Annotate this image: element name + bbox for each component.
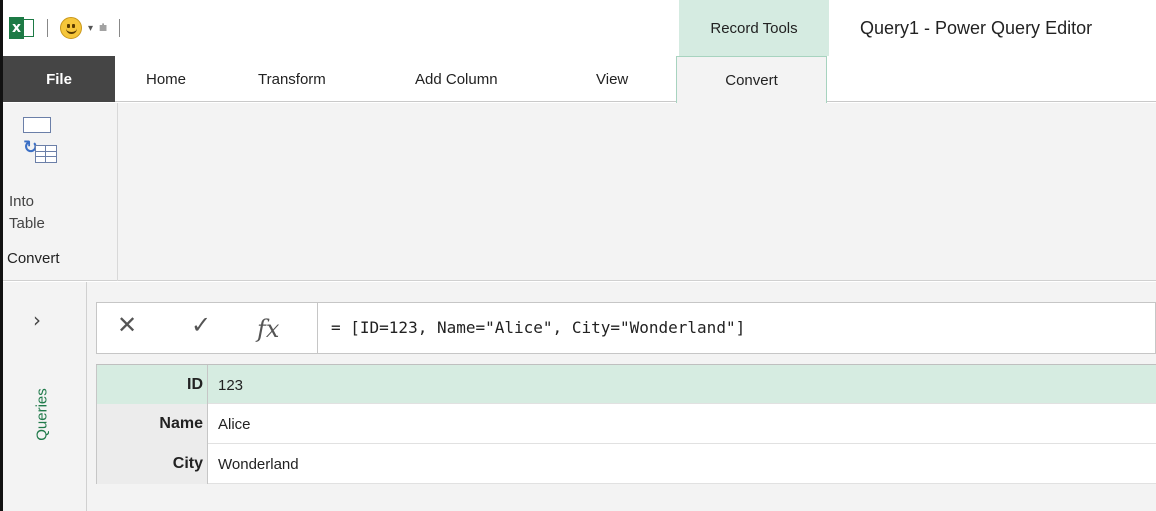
record-field-name: Name bbox=[96, 404, 208, 444]
queries-pane-toggle[interactable]: Queries bbox=[31, 372, 59, 462]
record-field-value[interactable]: Wonderland bbox=[218, 444, 299, 484]
record-field-name: City bbox=[96, 444, 208, 484]
record-tools-contextual-label: Record Tools bbox=[679, 0, 829, 56]
into-table-label-line2: Table bbox=[9, 215, 45, 232]
record-view: ID 123 Name Alice City Wonderland bbox=[96, 364, 1156, 484]
group-label-convert: Convert bbox=[7, 250, 60, 267]
record-field-value[interactable]: 123 bbox=[218, 365, 243, 405]
formula-input[interactable]: = [ID=123, Name="Alice", City="Wonderlan… bbox=[331, 318, 745, 337]
tab-home[interactable]: Home bbox=[146, 56, 186, 102]
tab-view[interactable]: View bbox=[596, 56, 628, 102]
quick-access-toolbar: x ▾ ⩧ bbox=[9, 16, 126, 40]
queries-label: Queries bbox=[33, 388, 51, 441]
cancel-icon[interactable]: ✕ bbox=[117, 313, 137, 337]
record-field-value[interactable]: Alice bbox=[218, 404, 251, 444]
smiley-icon[interactable] bbox=[60, 17, 82, 39]
window-title: Query1 - Power Query Editor bbox=[860, 18, 1093, 38]
into-table-icon: ↻ bbox=[23, 117, 59, 169]
tab-convert[interactable]: Convert bbox=[676, 56, 827, 103]
fx-icon[interactable]: fx bbox=[257, 315, 279, 343]
excel-logo-icon[interactable]: x bbox=[9, 17, 35, 39]
smiley-dropdown-icon[interactable]: ▾ bbox=[88, 23, 93, 34]
queries-pane-collapsed: › Queries bbox=[3, 282, 87, 511]
record-row[interactable]: City Wonderland bbox=[96, 444, 1156, 484]
record-row[interactable]: ID 123 bbox=[96, 364, 1156, 405]
ribbon-panel: ↻ Into Table Convert bbox=[3, 103, 1156, 281]
into-table-label: Into Table bbox=[9, 191, 45, 235]
record-row[interactable]: Name Alice bbox=[96, 404, 1156, 444]
formula-bar: ✕ ✓ fx = [ID=123, Name="Alice", City="Wo… bbox=[96, 302, 1156, 354]
tab-file[interactable]: File bbox=[3, 56, 115, 102]
into-table-label-line1: Into bbox=[9, 193, 35, 210]
ribbon-group-convert: ↻ Into Table Convert bbox=[3, 103, 118, 281]
into-table-button[interactable]: ↻ Into Table bbox=[9, 113, 109, 243]
qat-separator-2 bbox=[119, 19, 121, 37]
chevron-right-icon[interactable]: › bbox=[33, 308, 41, 332]
ribbon-tabs: File Home Transform Add Column View Conv… bbox=[3, 56, 1156, 103]
tab-add-column[interactable]: Add Column bbox=[415, 56, 498, 102]
checkmark-icon[interactable]: ✓ bbox=[191, 313, 211, 337]
customize-qat-icon[interactable]: ⩧ bbox=[99, 21, 107, 35]
title-bar: x ▾ ⩧ Record Tools Query1 - Power Query … bbox=[3, 0, 1156, 56]
editor-main-area: › Queries ✕ ✓ fx = [ID=123, Name="Alice"… bbox=[3, 282, 1156, 511]
record-field-name: ID bbox=[96, 365, 208, 405]
qat-separator bbox=[47, 19, 48, 37]
tab-transform[interactable]: Transform bbox=[258, 56, 326, 102]
formula-bar-divider bbox=[317, 302, 318, 354]
